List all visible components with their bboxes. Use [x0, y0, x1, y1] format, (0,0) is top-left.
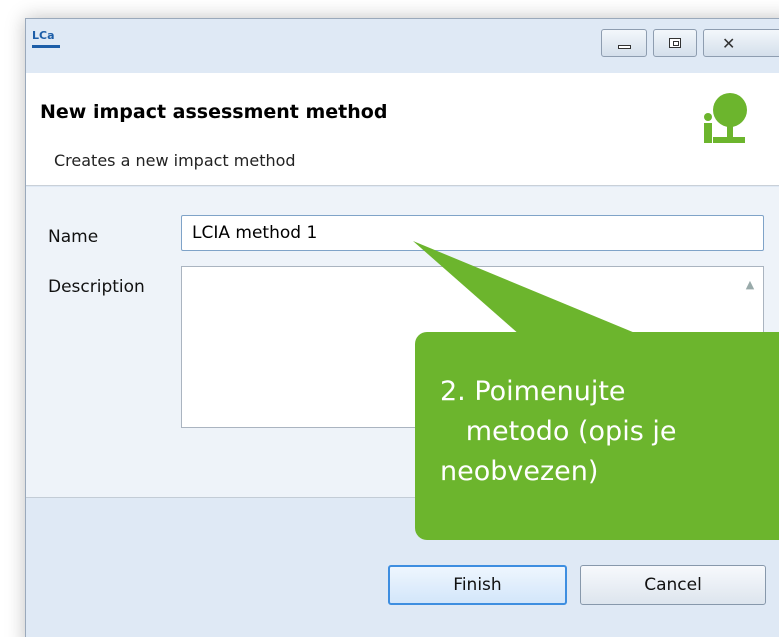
- page-title: New impact assessment method: [40, 101, 388, 123]
- button-bar: Finish Cancel: [26, 497, 779, 637]
- maximize-icon: [669, 38, 681, 48]
- impact-method-wizard-icon: [704, 93, 747, 143]
- scroll-up-icon[interactable]: ▲: [739, 269, 761, 299]
- maximize-button[interactable]: [653, 29, 697, 57]
- description-textarea[interactable]: ▲: [181, 266, 764, 428]
- close-icon: ✕: [722, 33, 736, 53]
- form-area: Name Description ▲: [26, 187, 779, 497]
- cancel-button[interactable]: Cancel: [580, 565, 766, 605]
- app-logo: LCa: [32, 28, 60, 48]
- title-bar: LCa ✕: [26, 19, 779, 73]
- close-button[interactable]: ✕: [703, 29, 779, 57]
- minimize-button[interactable]: [601, 29, 647, 57]
- name-input[interactable]: [181, 215, 764, 251]
- page-subtitle: Creates a new impact method: [54, 151, 296, 170]
- description-label: Description: [48, 277, 145, 297]
- name-label: Name: [48, 227, 99, 247]
- wizard-header: New impact assessment method Creates a n…: [26, 73, 779, 186]
- finish-button[interactable]: Finish: [388, 565, 567, 605]
- wizard-dialog: LCa ✕ New impact assessment method Creat…: [25, 18, 779, 637]
- minimize-icon: [617, 44, 631, 49]
